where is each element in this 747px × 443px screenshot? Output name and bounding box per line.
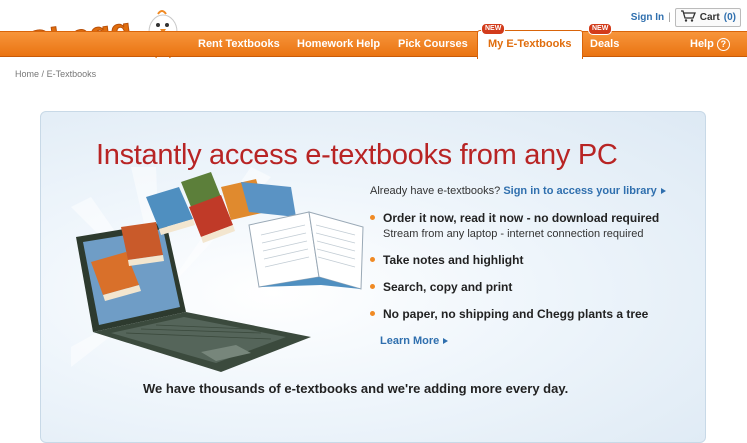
help-icon: ? [716,37,730,51]
feature-subtext: Stream from any laptop - internet connec… [383,228,644,240]
feature-column: Already have e-textbooks? Sign in to acc… [370,185,700,334]
bottom-tagline: We have thousands of e-textbooks and we'… [143,381,569,396]
arrow-right-icon [660,188,666,195]
learn-more-label: Learn More [380,335,440,347]
feature-item: No paper, no shipping and Chegg plants a… [370,307,700,321]
cart-count: (0) [723,12,736,23]
already-have-line: Already have e-textbooks? Sign in to acc… [370,185,700,197]
nav-help[interactable]: Help? [690,32,730,56]
cart-button[interactable]: Cart (0) [674,8,741,27]
learn-more-link[interactable]: Learn More [380,335,449,347]
bullet-icon [370,311,375,316]
breadcrumb: Home / E-Textbooks [15,69,96,79]
main-nav: Rent Textbooks Homework Help Pick Course… [0,23,747,59]
arrow-right-icon [443,338,449,345]
laptop-books-illustration [71,167,391,382]
nav-deals[interactable]: Deals [590,32,619,56]
nav-rent-textbooks[interactable]: Rent Textbooks [198,32,280,56]
feature-item: Order it now, read it now - no download … [370,211,700,240]
bullet-icon [370,284,375,289]
help-label: Help [690,38,714,50]
top-links: Sign In | Cart (0) [631,8,741,27]
nav-homework-help[interactable]: Homework Help [297,32,380,56]
feature-title: No paper, no shipping and Chegg plants a… [383,307,649,321]
breadcrumb-current: E-Textbooks [46,69,97,79]
separator: | [668,12,671,23]
cart-label: Cart [699,12,720,23]
breadcrumb-home[interactable]: Home [15,69,39,79]
feature-item: Search, copy and print [370,280,700,294]
sign-in-link[interactable]: Sign In [631,12,664,23]
feature-list: Order it now, read it now - no download … [370,211,700,321]
breadcrumb-separator: / [41,69,45,79]
new-badge: NEW [481,23,506,35]
etextbook-promo-panel: Instantly access e-textbooks from any PC [40,111,706,443]
library-signin-link[interactable]: Sign in to access your library [503,185,656,197]
already-have-text: Already have e-textbooks? [370,185,501,197]
feature-title: Order it now, read it now - no download … [383,211,660,225]
nav-pick-courses[interactable]: Pick Courses [398,32,468,56]
new-badge-deals: NEW [588,23,613,35]
feature-item: Take notes and highlight [370,253,700,267]
bullet-icon [370,257,375,262]
bullet-icon [370,215,375,220]
feature-title: Take notes and highlight [383,253,524,267]
feature-title: Search, copy and print [383,280,513,294]
cart-icon [680,10,696,25]
